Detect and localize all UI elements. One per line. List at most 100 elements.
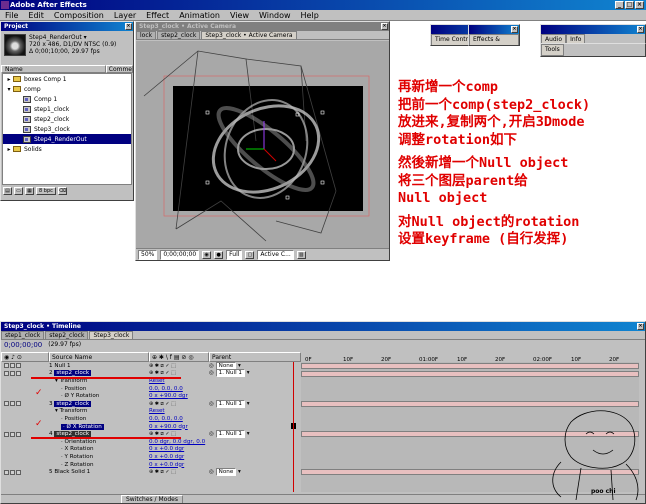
- tab-step3-clock[interactable]: Step3_clock: [89, 331, 134, 339]
- close-icon[interactable]: ×: [635, 1, 644, 9]
- layer-switches[interactable]: ⊕ ✱ ⧄ ✓ ⬚: [149, 469, 209, 475]
- column-parent[interactable]: Parent: [209, 352, 301, 362]
- layer-name-cell[interactable]: 5 Black Solid 1: [49, 469, 149, 475]
- parent-select[interactable]: ◎ 1. Null 1 ▾: [209, 369, 297, 378]
- channel-icon[interactable]: ●: [214, 250, 224, 259]
- lock-icon[interactable]: [10, 469, 15, 475]
- av-switches[interactable]: [1, 431, 49, 437]
- project-item[interactable]: Step3_clock: [3, 124, 131, 134]
- zoom-select[interactable]: 50%: [138, 249, 158, 260]
- layer-switches[interactable]: ⊕ ✱ ⧄ ✓ ⬚: [149, 370, 209, 376]
- eye-icon[interactable]: [4, 431, 9, 437]
- lock-icon[interactable]: [10, 363, 15, 369]
- timeline-layer-row[interactable]: 1 Null 1 ⊕ ✱ ⧄ ✓ ⬚ ◎ None ▾: [1, 361, 301, 370]
- menu-view[interactable]: View: [225, 11, 254, 20]
- effects-titlebar[interactable]: ×: [469, 25, 519, 34]
- tab-step3-clock[interactable]: Step3_clock • Active Camera: [201, 31, 297, 39]
- layer-switches[interactable]: ⊕ ✱ ⧄ ✓ ⬚: [149, 363, 209, 369]
- project-item[interactable]: ▾ comp: [3, 84, 131, 94]
- parent-select[interactable]: ◎ 1. Null 1 ▾: [209, 430, 297, 439]
- property-row[interactable]: · Z Rotation 0 x +0.0 dgr: [1, 461, 301, 469]
- lock-icon[interactable]: [10, 431, 15, 437]
- eye-icon[interactable]: [4, 469, 9, 475]
- layer-duration-bar[interactable]: [301, 370, 639, 377]
- twirl-icon[interactable]: ▸: [5, 76, 13, 83]
- eye-icon[interactable]: [4, 363, 9, 369]
- menu-animation[interactable]: Animation: [174, 11, 225, 20]
- project-item[interactable]: step1_clock: [3, 104, 131, 114]
- close-icon[interactable]: ×: [637, 26, 644, 33]
- av-switches[interactable]: [1, 370, 49, 376]
- switches-modes-toggle[interactable]: Switches / Modes: [121, 495, 183, 503]
- property-row[interactable]: · Position 0.0, 0.0, 0.0: [1, 385, 301, 393]
- property-value[interactable]: 0 x +90.0 dgr: [149, 424, 188, 430]
- new-comp-icon[interactable]: ▦: [25, 187, 34, 195]
- property-value[interactable]: 0 x +0.0 dgr: [149, 462, 184, 468]
- menu-file[interactable]: File: [0, 11, 23, 20]
- eye-icon[interactable]: [4, 401, 9, 407]
- current-time-field[interactable]: 0;00;00;00: [160, 249, 200, 260]
- tab-step2-clock[interactable]: step2_clock: [45, 331, 89, 339]
- maximize-icon[interactable]: □: [625, 1, 634, 9]
- lock-icon[interactable]: [10, 401, 15, 407]
- layer-name-cell[interactable]: 3 step2_clock: [49, 400, 149, 407]
- tab-time-controls[interactable]: Time Contr: [431, 34, 473, 45]
- lock-icon[interactable]: [10, 370, 15, 376]
- new-folder-icon[interactable]: ▭: [14, 187, 23, 195]
- property-row[interactable]: · Y Rotation 0 x +0.0 dgr: [1, 453, 301, 461]
- tab-step2-clock[interactable]: step2_clock: [157, 31, 201, 39]
- color-depth-button[interactable]: 8 bpc: [36, 187, 56, 195]
- layer-switches[interactable]: ⊕ ✱ ⧄ ✓ ⬚: [149, 401, 209, 407]
- timeline-layer-row[interactable]: 5 Black Solid 1 ⊕ ✱ ⧄ ✓ ⬚ ◎ None ▾: [1, 468, 301, 477]
- column-source-name[interactable]: Source Name: [49, 352, 149, 362]
- av-switches[interactable]: [1, 401, 49, 407]
- av-switches[interactable]: [1, 469, 49, 475]
- snapshot-icon[interactable]: ◉: [202, 250, 212, 259]
- region-of-interest-icon[interactable]: ▢: [245, 250, 255, 259]
- av-switches[interactable]: [1, 363, 49, 369]
- menu-help[interactable]: Help: [296, 11, 324, 20]
- tab-step1-clock[interactable]: step1_clock: [1, 331, 45, 339]
- layer-switches[interactable]: ⊕ ✱ ⧄ ✓ ⬚: [149, 431, 209, 437]
- twirl-icon[interactable]: [16, 370, 21, 376]
- comp-canvas[interactable]: [136, 41, 389, 248]
- interpret-footage-icon[interactable]: ▤: [3, 187, 12, 195]
- eye-icon[interactable]: [4, 370, 9, 376]
- property-value[interactable]: 0 x +0.0 dgr: [149, 454, 184, 460]
- property-value[interactable]: Reset: [149, 408, 165, 414]
- info-titlebar[interactable]: ×: [541, 25, 645, 34]
- property-row[interactable]: · Ø Y Rotation 0 x +90.0 dgr: [1, 392, 301, 400]
- layer-name-cell[interactable]: 4 step2_clock: [49, 431, 149, 438]
- timeline-layer-row[interactable]: 3 step2_clock ⊕ ✱ ⧄ ✓ ⬚ ◎ 1. Null 1 ▾: [1, 399, 301, 408]
- tab-effects-presets[interactable]: Effects & Presets: [469, 34, 519, 45]
- property-value[interactable]: 0.0, 0.0, 0.0: [149, 416, 183, 422]
- trash-icon[interactable]: ⌫: [57, 187, 67, 195]
- twirl-icon[interactable]: [16, 431, 21, 437]
- property-value[interactable]: 0 x +0.0 dgr: [149, 446, 184, 452]
- menu-window[interactable]: Window: [254, 11, 296, 20]
- composition-titlebar[interactable]: Step3_clock • Active Camera ×: [136, 22, 389, 31]
- property-row[interactable]: · Ø X Rotation 0 x +90.0 dgr: [1, 423, 301, 431]
- twirl-icon[interactable]: [16, 363, 21, 369]
- project-item[interactable]: Comp 1: [3, 94, 131, 104]
- close-icon[interactable]: ×: [381, 23, 388, 30]
- tab-comp-lock[interactable]: lock: [136, 31, 157, 39]
- twirl-icon[interactable]: ▸: [5, 146, 13, 153]
- timeline-titlebar[interactable]: Step3_clock • Timeline ×: [1, 322, 645, 331]
- project-item[interactable]: Step4_RenderOut: [3, 134, 131, 144]
- minimize-icon[interactable]: _: [615, 1, 624, 9]
- menu-layer[interactable]: Layer: [109, 11, 141, 20]
- timeline-current-time[interactable]: 0;00;00;00: [4, 340, 42, 350]
- close-icon[interactable]: ×: [637, 323, 644, 330]
- property-row[interactable]: ▾ Transform Reset: [1, 408, 301, 416]
- tab-tools[interactable]: Tools: [541, 44, 564, 56]
- property-row[interactable]: · Position 0.0, 0.0, 0.0: [1, 415, 301, 423]
- property-value[interactable]: Reset: [149, 378, 165, 384]
- resolution-select[interactable]: Full: [226, 249, 243, 260]
- twirl-icon[interactable]: [16, 401, 21, 407]
- current-time-line[interactable]: [293, 362, 294, 492]
- layer-name-cell[interactable]: 1 Null 1: [49, 363, 149, 369]
- twirl-icon[interactable]: [16, 469, 21, 475]
- close-icon[interactable]: ×: [511, 26, 518, 33]
- project-titlebar[interactable]: Project ×: [1, 22, 133, 31]
